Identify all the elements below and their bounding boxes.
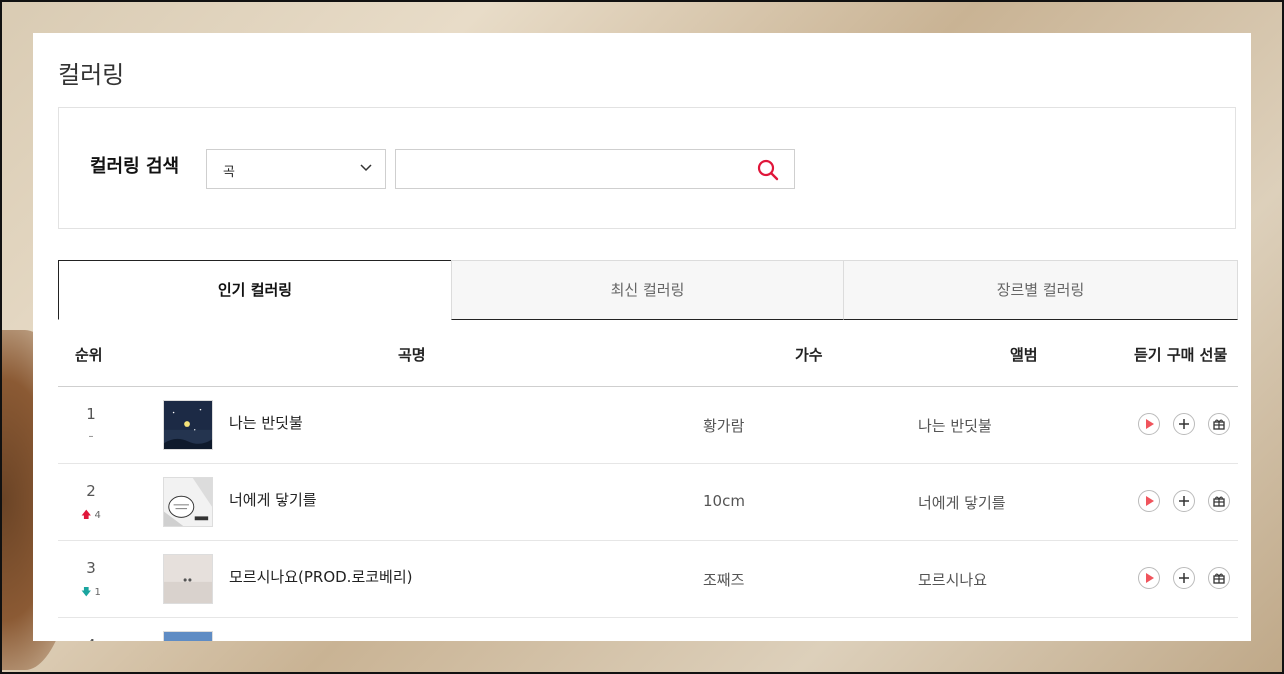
play-button[interactable] (1138, 567, 1160, 589)
song-title[interactable]: 나는 반딧불 (229, 412, 303, 433)
rank-change-value: 1 (94, 587, 101, 598)
chevron-down-icon (360, 164, 372, 172)
search-input[interactable] (406, 158, 740, 182)
album-name[interactable]: 나는 반딧불 (918, 415, 992, 436)
table-row: 3 🡇 1 모르시나요(PROD.로코베리) 조째즈 모르시나요 (58, 541, 1238, 618)
gift-icon (1213, 496, 1225, 507)
rank-number: 1 (86, 405, 96, 423)
gift-icon (1213, 573, 1225, 584)
buy-button[interactable] (1173, 567, 1195, 589)
search-label: 컬러링 검색 (90, 156, 180, 177)
gift-button[interactable] (1208, 490, 1230, 512)
album-name[interactable]: 너에게 닿기를 (918, 492, 1006, 513)
rank-number: 2 (86, 482, 96, 500)
table-row: 4 (58, 618, 1238, 641)
play-icon (1146, 496, 1154, 506)
header-song: 곡명 (398, 346, 426, 364)
rank-change: 🡇 1 (76, 585, 106, 602)
arrow-up-icon: 🡅 (81, 510, 92, 521)
header-rank: 순위 (75, 346, 103, 364)
plus-icon (1179, 419, 1189, 429)
rank-change: 🡅 4 (76, 508, 106, 525)
plus-icon (1179, 573, 1189, 583)
gift-button[interactable] (1208, 567, 1230, 589)
play-icon (1146, 573, 1154, 583)
play-icon (1146, 419, 1154, 429)
table-header: 순위 곡명 가수 앨범 듣기 구매 선물 (58, 320, 1238, 387)
artist-name[interactable]: 황가람 (703, 415, 744, 436)
coloring-panel: 컬러링 컬러링 검색 곡 인기 컬러링 최신 컬러링 장르별 컬러링 순위 곡명… (33, 33, 1251, 641)
rank-change-value: 4 (94, 510, 101, 521)
tab-genre[interactable]: 장르별 컬러링 (843, 260, 1238, 320)
artist-name[interactable]: 조째즈 (703, 569, 744, 590)
buy-button[interactable] (1173, 490, 1195, 512)
rank-change: – (76, 431, 106, 442)
tab-bar: 인기 컬러링 최신 컬러링 장르별 컬러링 (58, 260, 1238, 320)
album-thumbnail[interactable] (163, 554, 213, 604)
plus-icon (1179, 496, 1189, 506)
search-type-value: 곡 (223, 165, 235, 180)
tab-popular[interactable]: 인기 컬러링 (58, 260, 452, 320)
search-box: 컬러링 검색 곡 (58, 107, 1236, 229)
page-title: 컬러링 (58, 61, 125, 89)
table-row: 2 🡅 4 너에게 닿기를 10cm 너에게 닿기를 (58, 464, 1238, 541)
album-thumbnail[interactable] (163, 631, 213, 641)
song-title[interactable]: 모르시나요(PROD.로코베리) (229, 566, 413, 587)
album-thumbnail[interactable] (163, 477, 213, 527)
tab-latest[interactable]: 최신 컬러링 (451, 260, 844, 320)
arrow-down-icon: 🡇 (81, 587, 92, 598)
rank-change-value: – (88, 431, 94, 442)
table-row: 1 – 나는 반딧불 황가람 나는 반딧불 (58, 387, 1238, 464)
artist-name[interactable]: 10cm (703, 492, 745, 510)
gift-icon (1213, 419, 1225, 430)
gift-button[interactable] (1208, 413, 1230, 435)
rank-number: 3 (86, 559, 96, 577)
play-button[interactable] (1138, 490, 1160, 512)
header-actions: 듣기 구매 선물 (1134, 346, 1228, 364)
buy-button[interactable] (1173, 413, 1195, 435)
play-button[interactable] (1138, 413, 1160, 435)
header-album: 앨범 (1010, 346, 1038, 364)
song-title[interactable]: 너에게 닿기를 (229, 489, 317, 510)
album-name[interactable]: 모르시나요 (918, 569, 987, 590)
search-type-select[interactable]: 곡 (206, 149, 386, 189)
rank-number: 4 (80, 636, 102, 641)
search-field[interactable] (395, 149, 795, 189)
header-artist: 가수 (795, 346, 823, 364)
search-icon[interactable] (756, 158, 780, 182)
album-thumbnail[interactable] (163, 400, 213, 450)
